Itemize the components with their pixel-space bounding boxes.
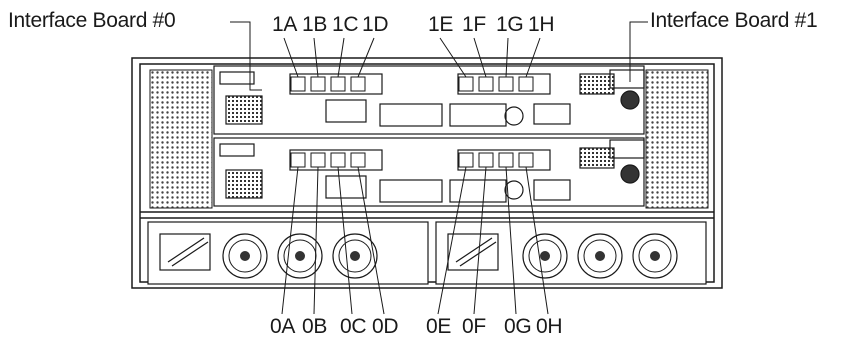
fan-icon: [332, 233, 378, 279]
port-slot-bottom: [350, 152, 366, 168]
port-slot-top: [478, 76, 494, 92]
bottom-port-label: 0B: [302, 315, 328, 338]
fan-icon: [522, 233, 568, 279]
bottom-port-label: 0G: [504, 315, 532, 338]
bottom-port-label: 0E: [426, 315, 452, 338]
bottom-port-label: 0H: [536, 315, 563, 338]
port-slot-top: [350, 76, 366, 92]
label-interface-board-0: Interface Board #0: [8, 9, 176, 32]
board-row-upper: [213, 65, 645, 135]
label-interface-board-1: Interface Board #1: [650, 9, 818, 32]
port-slot-top: [290, 76, 306, 92]
fan-icon: [577, 233, 623, 279]
port-slot-bottom: [458, 152, 474, 168]
top-port-label: 1D: [362, 13, 389, 36]
port-slot-top: [498, 76, 514, 92]
top-port-label: 1B: [302, 13, 328, 36]
board-row-lower: [213, 137, 645, 207]
port-slot-bottom: [330, 152, 346, 168]
bottom-port-label: 0A: [270, 315, 296, 338]
top-port-label: 1E: [428, 13, 454, 36]
port-slot-bottom: [498, 152, 514, 168]
port-slot-bottom: [518, 152, 534, 168]
port-slot-bottom: [478, 152, 494, 168]
diagram-canvas: Interface Board #0 Interface Board #1 1A…: [0, 0, 859, 343]
port-slot-top: [518, 76, 534, 92]
top-port-label: 1H: [528, 13, 555, 36]
fan-icon: [632, 233, 678, 279]
bottom-port-label: 0F: [462, 315, 486, 338]
port-slot-top: [330, 76, 346, 92]
top-port-label: 1C: [332, 13, 359, 36]
port-slot-top: [458, 76, 474, 92]
top-port-label: 1A: [272, 13, 298, 36]
fan-icon: [222, 233, 268, 279]
port-slot-top: [310, 76, 326, 92]
top-port-label: 1G: [496, 13, 524, 36]
port-slot-bottom: [310, 152, 326, 168]
top-port-label: 1F: [462, 13, 486, 36]
right-vent-grill: [645, 69, 709, 209]
left-vent-grill: [149, 69, 213, 209]
bottom-port-label: 0C: [340, 315, 367, 338]
bottom-port-label: 0D: [372, 315, 399, 338]
hardware-rear-panel: [131, 21, 723, 315]
port-slot-bottom: [290, 152, 306, 168]
